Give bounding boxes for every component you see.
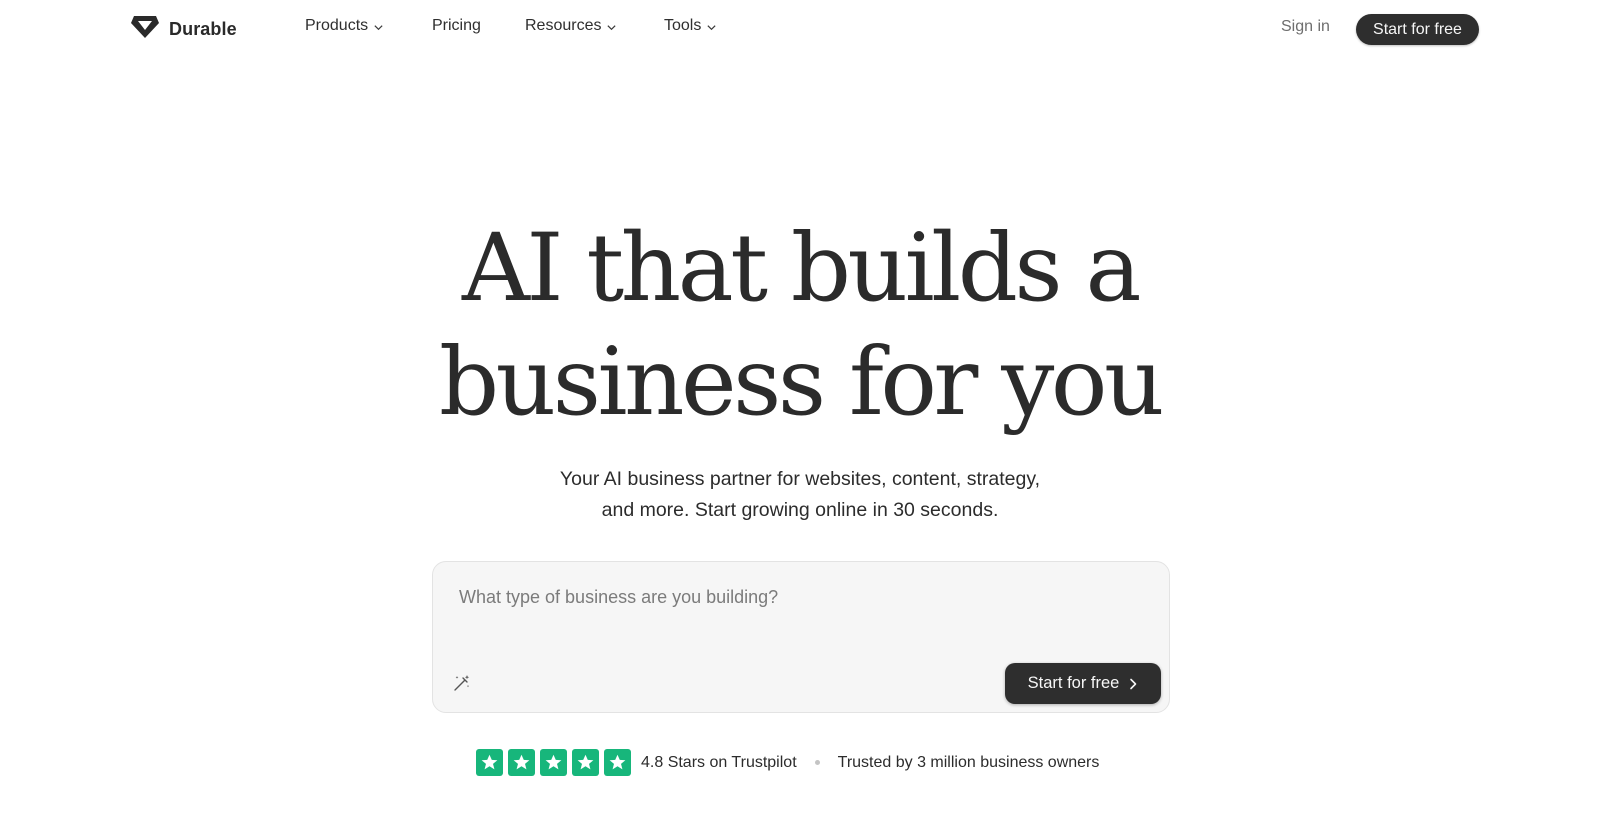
hero-subheadline-line-2: and more. Start growing online in 30 sec… [601, 499, 999, 521]
chevron-down-icon [707, 24, 716, 30]
trustpilot-rating: 4.8 Stars on Trustpilot [641, 753, 797, 771]
chevron-right-icon [1130, 678, 1137, 689]
trustpilot-stars [476, 749, 631, 776]
top-navigation: Durable Products Pricing Resources Tools… [0, 0, 1600, 58]
hero-headline: AI that builds a business for you [400, 212, 1200, 440]
separator-dot [814, 760, 820, 765]
star-icon [604, 749, 631, 776]
hero-subheadline: Your AI business partner for websites, c… [450, 464, 1150, 526]
hero-headline-line-2: business for you [439, 328, 1164, 437]
sign-in-link[interactable]: Sign in [1281, 18, 1330, 36]
menu-resources-label: Resources [525, 17, 602, 34]
menu-pricing[interactable]: Pricing [432, 17, 481, 35]
magic-wand-icon[interactable] [452, 673, 472, 693]
prompt-start-for-free-button[interactable]: Start for free [1005, 663, 1161, 704]
star-icon [572, 749, 599, 776]
diamond-logo-icon [130, 14, 160, 45]
hero-headline-line-1: AI that builds a [461, 214, 1142, 323]
menu-resources[interactable]: Resources [525, 17, 617, 35]
prompt-start-for-free-label: Start for free [1027, 674, 1120, 692]
business-prompt-box: Start for free [432, 561, 1170, 713]
menu-tools[interactable]: Tools [664, 17, 717, 35]
menu-tools-label: Tools [664, 17, 702, 34]
star-icon [540, 749, 567, 776]
menu-products[interactable]: Products [305, 17, 384, 35]
brand-name: Durable [169, 18, 237, 39]
nav-start-for-free-button[interactable]: Start for free [1356, 14, 1479, 45]
trust-row: 4.8 Stars on Trustpilot Trusted by 3 mil… [476, 749, 1099, 776]
star-icon [476, 749, 503, 776]
business-type-input[interactable] [459, 582, 1139, 612]
trusted-by-text: Trusted by 3 million business owners [837, 753, 1100, 771]
menu-products-label: Products [305, 17, 369, 34]
star-icon [508, 749, 535, 776]
chevron-down-icon [607, 24, 617, 30]
menu-pricing-label: Pricing [432, 17, 481, 34]
brand-logo-link[interactable]: Durable [130, 14, 237, 44]
chevron-down-icon [374, 24, 383, 30]
hero-subheadline-line-1: Your AI business partner for websites, c… [559, 468, 1041, 490]
